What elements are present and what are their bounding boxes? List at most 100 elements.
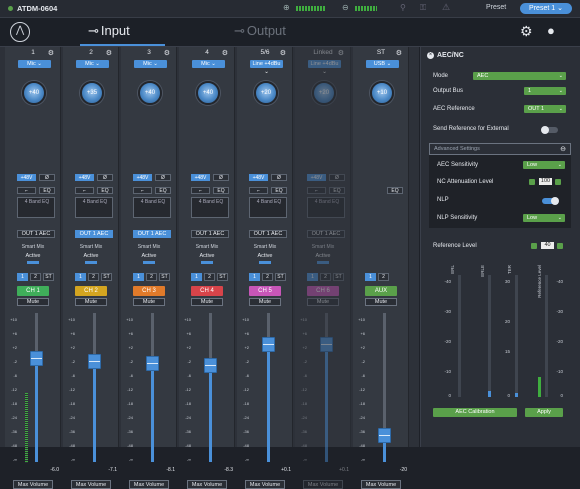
aec-output-button[interactable]: OUT 1 AEC (191, 230, 229, 238)
bus-1-button[interactable]: 1 (133, 273, 144, 281)
channel-name[interactable]: CH 4 (191, 286, 223, 296)
apply-button[interactable]: Apply (525, 408, 563, 417)
send-reference-toggle[interactable] (541, 126, 558, 134)
aec-calibration-button[interactable]: AEC Calibration (433, 408, 517, 417)
eq-curve[interactable]: 4 Band EQ (307, 197, 345, 218)
input-type-select[interactable]: Line +4dBu ⌄ (308, 60, 341, 75)
fader-handle[interactable] (88, 354, 101, 369)
bus-2-button[interactable]: 2 (262, 273, 273, 281)
hpf-button[interactable]: ⌐ (17, 187, 36, 194)
input-type-select[interactable]: USB ⌄ (366, 60, 399, 68)
input-type-select[interactable]: Mic ⌄ (134, 60, 167, 68)
input-type-select[interactable]: Mic ⌄ (76, 60, 109, 68)
channel-settings-icon[interactable]: ⚙ (106, 49, 112, 57)
input-type-select[interactable]: Mic ⌄ (18, 60, 51, 68)
tab-input[interactable]: ⊸ Input (88, 23, 130, 41)
bus-2-button[interactable]: 2 (320, 273, 331, 281)
max-volume-button[interactable]: Max Volume (303, 480, 343, 489)
max-volume-button[interactable]: Max Volume (187, 480, 227, 489)
nc-attenuation-value[interactable]: 100 (539, 178, 552, 185)
fader-handle[interactable] (262, 337, 275, 352)
hpf-button[interactable]: ⌐ (191, 187, 210, 194)
eq-button[interactable]: EQ (155, 187, 171, 194)
mute-button[interactable]: Mute (307, 298, 339, 306)
collapse-icon[interactable]: ⊖ (560, 145, 566, 153)
bus-2-button[interactable]: 2 (88, 273, 99, 281)
channel-name[interactable]: CH 1 (17, 286, 49, 296)
fader-handle[interactable] (320, 337, 333, 352)
warning-icon[interactable]: ⚠ (442, 2, 450, 13)
phase-button[interactable]: Ø (329, 174, 345, 181)
channel-settings-icon[interactable]: ⚙ (338, 49, 344, 57)
eq-curve[interactable]: 4 Band EQ (133, 197, 171, 218)
max-volume-button[interactable]: Max Volume (13, 480, 53, 489)
nlp-toggle[interactable] (542, 197, 559, 205)
aec-output-button[interactable]: OUT 1 AEC (307, 230, 345, 238)
phase-button[interactable]: Ø (97, 174, 113, 181)
eq-curve[interactable]: 4 Band EQ (191, 197, 229, 218)
bus-2-button[interactable]: 2 (146, 273, 157, 281)
aec-output-button[interactable]: OUT 1 AEC (17, 230, 55, 238)
output-bus-select[interactable]: 1 ⌄ (524, 87, 566, 95)
mute-button[interactable]: Mute (191, 298, 223, 306)
aec-sensitivity-select[interactable]: Low ⌄ (523, 161, 565, 169)
fader-handle[interactable] (146, 356, 159, 371)
hpf-button[interactable]: ⌐ (307, 187, 326, 194)
bus-1-button[interactable]: 1 (17, 273, 28, 281)
gain-knob[interactable]: +20 (254, 81, 278, 105)
fader-handle[interactable] (378, 428, 391, 443)
bus-st-button[interactable]: ST (217, 273, 228, 281)
mode-select[interactable]: AEC ⌄ (473, 72, 566, 80)
max-volume-button[interactable]: Max Volume (245, 480, 285, 489)
link-icon[interactable]: ⚲ (400, 3, 406, 12)
phantom-power-button[interactable]: +48V (249, 174, 268, 181)
mute-button[interactable]: Mute (133, 298, 165, 306)
gain-knob[interactable]: +40 (138, 81, 162, 105)
eq-button[interactable]: EQ (39, 187, 55, 194)
bus-st-button[interactable]: ST (101, 273, 112, 281)
advanced-settings-header[interactable]: Advanced Settings ⊖ (429, 143, 571, 155)
phase-button[interactable]: Ø (39, 174, 55, 181)
eq-button[interactable]: EQ (213, 187, 229, 194)
max-volume-button[interactable]: Max Volume (129, 480, 169, 489)
channel-settings-icon[interactable]: ⚙ (48, 49, 54, 57)
gain-knob[interactable]: +20 (312, 81, 336, 105)
eq-button[interactable]: EQ (271, 187, 287, 194)
close-panel-icon[interactable]: × (427, 52, 434, 59)
nc-attenuation-step[interactable] (555, 179, 561, 185)
phantom-power-button[interactable]: +48V (307, 174, 326, 181)
bus-1-button[interactable]: 1 (307, 273, 318, 281)
bus-st-button[interactable]: ST (275, 273, 286, 281)
phantom-power-button[interactable]: +48V (191, 174, 210, 181)
channel-settings-icon[interactable]: ⚙ (396, 49, 402, 57)
channel-settings-icon[interactable]: ⚙ (280, 49, 286, 57)
hpf-button[interactable]: ⌐ (133, 187, 152, 194)
user-icon[interactable]: ● (547, 23, 555, 38)
bus-1-button[interactable]: 1 (365, 273, 376, 281)
gain-knob[interactable]: +40 (22, 81, 46, 105)
bus-st-button[interactable]: ST (43, 273, 54, 281)
mute-button[interactable]: Mute (17, 298, 49, 306)
phase-button[interactable]: Ø (213, 174, 229, 181)
mute-button[interactable]: Mute (365, 298, 397, 306)
reference-level-step[interactable] (557, 243, 563, 249)
eq-curve[interactable]: 4 Band EQ (249, 197, 287, 218)
input-type-select[interactable]: Line +4dBu ⌄ (250, 60, 283, 75)
eq-button[interactable]: EQ (97, 187, 113, 194)
eq-button[interactable]: EQ (387, 187, 403, 194)
hpf-button[interactable]: ⌐ (75, 187, 94, 194)
channel-name[interactable]: AUX (365, 286, 397, 296)
reference-level-checkbox[interactable] (531, 243, 537, 249)
settings-gear-icon[interactable]: ⚙ (520, 23, 533, 40)
bus-2-button[interactable]: 2 (30, 273, 41, 281)
bus-2-button[interactable]: 2 (204, 273, 215, 281)
fader-handle[interactable] (30, 351, 43, 366)
nc-attenuation-checkbox[interactable] (529, 179, 535, 185)
aec-output-button[interactable]: OUT 1 AEC (249, 230, 287, 238)
max-volume-button[interactable]: Max Volume (71, 480, 111, 489)
nlp-sensitivity-select[interactable]: Low ⌄ (523, 214, 565, 222)
aec-output-button[interactable]: OUT 1 AEC (75, 230, 113, 238)
aec-output-button[interactable]: OUT 1 AEC (133, 230, 171, 238)
mute-button[interactable]: Mute (249, 298, 281, 306)
fader-handle[interactable] (204, 358, 217, 373)
